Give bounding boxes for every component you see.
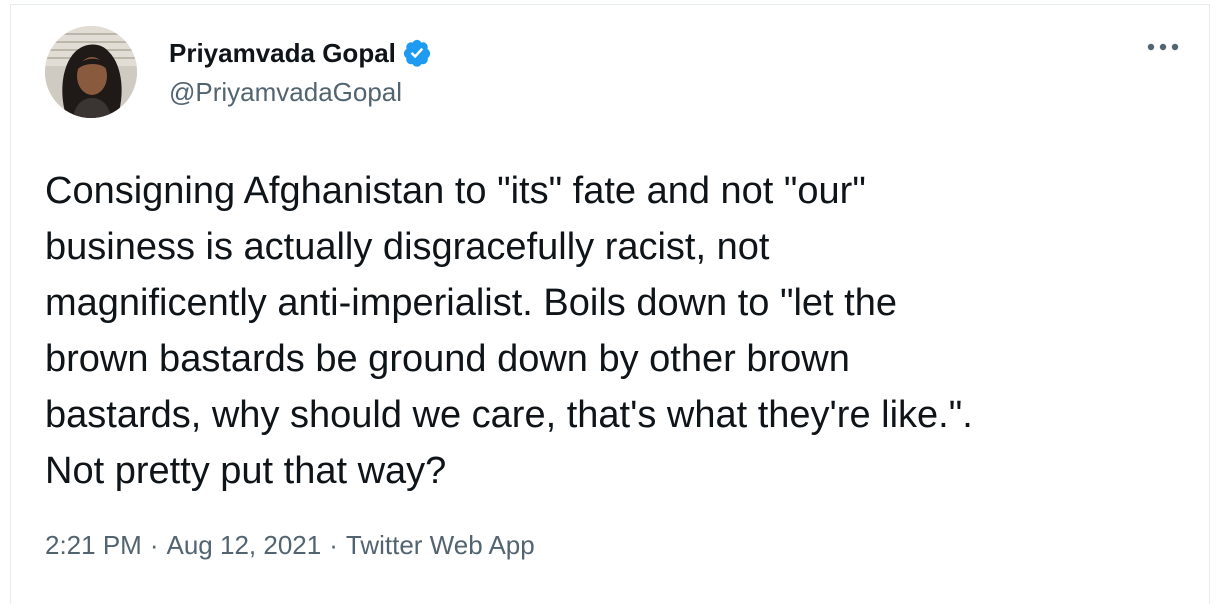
more-horizontal-icon (1147, 43, 1179, 51)
author-avatar[interactable] (45, 26, 137, 118)
tweet-date-link[interactable]: Aug 12, 2021 (167, 525, 322, 565)
author-handle[interactable]: @PriyamvadaGopal (169, 74, 432, 110)
author-display-name[interactable]: Priyamvada Gopal (169, 36, 396, 70)
author-names: Priyamvada Gopal @PriyamvadaGopal (169, 36, 432, 110)
tweet-card: Priyamvada Gopal @PriyamvadaGopal Consig… (10, 4, 1210, 604)
tweet-time-link[interactable]: 2:21 PM (45, 525, 142, 565)
tweet-header: Priyamvada Gopal @PriyamvadaGopal (45, 26, 1185, 122)
display-name-row: Priyamvada Gopal (169, 36, 432, 70)
meta-separator: · (149, 530, 159, 560)
tweet-source-link[interactable]: Twitter Web App (346, 525, 535, 565)
verified-badge-icon (403, 39, 431, 67)
meta-separator: · (329, 530, 338, 560)
tweet-meta: 2:21 PM · Aug 12, 2021 · Twitter Web App (45, 525, 535, 565)
profile-photo-icon (45, 26, 137, 118)
more-options-button[interactable] (1141, 32, 1185, 62)
tweet-text: Consigning Afghanistan to "its" fate and… (45, 170, 973, 492)
